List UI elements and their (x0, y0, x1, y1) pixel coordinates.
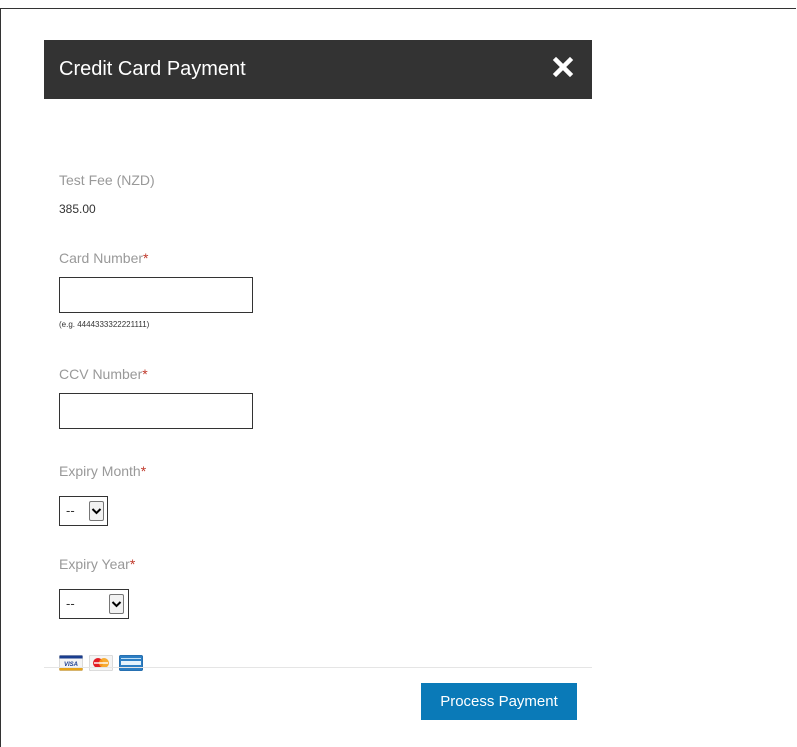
fee-label: Test Fee (NZD) (59, 172, 155, 188)
expiry-year-select[interactable]: -- (59, 589, 129, 619)
chevron-down-icon (109, 594, 124, 614)
card-number-input[interactable] (59, 277, 253, 313)
expiry-month-select[interactable]: -- (59, 496, 108, 526)
modal-header: Credit Card Payment (44, 40, 592, 99)
expiry-month-selected: -- (66, 503, 75, 518)
chevron-down-icon (89, 501, 104, 521)
american-express-icon (119, 655, 143, 671)
ccv-number-input[interactable] (59, 393, 253, 429)
process-payment-button[interactable]: Process Payment (421, 683, 577, 720)
close-x-icon (552, 56, 574, 78)
card-number-hint: (e.g. 4444333322221111) (59, 320, 150, 329)
expiry-year-selected: -- (66, 596, 75, 611)
expiry-month-label: Expiry Month* (59, 463, 147, 479)
required-mark: * (140, 463, 147, 479)
required-mark: * (142, 366, 148, 382)
card-number-label: Card Number* (59, 250, 149, 266)
close-button[interactable] (552, 56, 574, 78)
required-mark: * (129, 556, 136, 572)
mastercard-icon (89, 655, 113, 671)
fee-value: 385.00 (59, 202, 96, 216)
footer-divider (44, 667, 592, 668)
ccv-number-label: CCV Number* (59, 366, 148, 382)
visa-card-icon: VISA (59, 655, 83, 671)
credit-card-payment-modal: Credit Card Payment Test Fee (NZD) 385.0… (44, 40, 592, 747)
expiry-year-label: Expiry Year* (59, 556, 136, 572)
required-mark: * (143, 250, 149, 266)
modal-title: Credit Card Payment (59, 58, 246, 80)
